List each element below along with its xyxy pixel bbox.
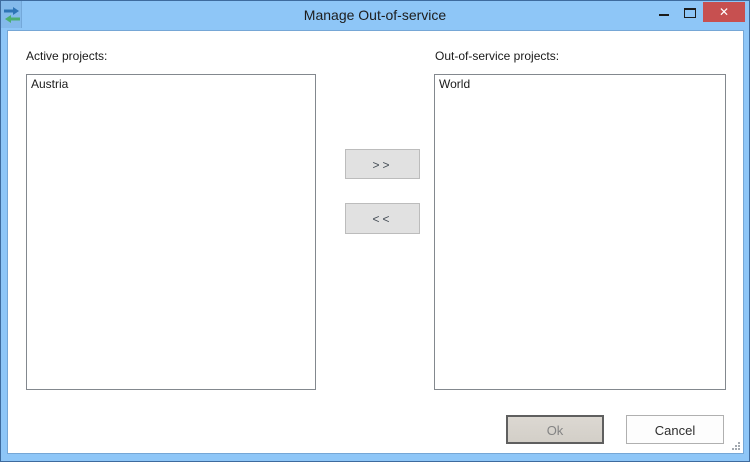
window-title: Manage Out-of-service bbox=[303, 7, 447, 23]
ok-button[interactable]: Ok bbox=[506, 415, 604, 444]
minimize-button[interactable] bbox=[651, 2, 677, 22]
list-item[interactable]: World bbox=[435, 75, 725, 93]
dialog-window: Manage Out-of-service ✕ Active projects:… bbox=[0, 0, 750, 462]
resize-grip-icon[interactable] bbox=[731, 441, 741, 451]
out-of-service-projects-label: Out-of-service projects: bbox=[435, 49, 560, 63]
minimize-icon bbox=[659, 14, 669, 16]
maximize-button[interactable] bbox=[677, 2, 703, 22]
cancel-button[interactable]: Cancel bbox=[626, 415, 724, 444]
close-button[interactable]: ✕ bbox=[703, 2, 745, 22]
maximize-icon bbox=[684, 8, 696, 18]
move-left-button[interactable]: << bbox=[345, 203, 420, 234]
active-projects-label: Active projects: bbox=[26, 49, 108, 63]
close-icon: ✕ bbox=[718, 5, 730, 19]
list-item[interactable]: Austria bbox=[27, 75, 315, 93]
titlebar[interactable]: Manage Out-of-service ✕ bbox=[1, 1, 749, 30]
active-projects-listbox[interactable]: Austria bbox=[26, 74, 316, 390]
out-of-service-projects-listbox[interactable]: World bbox=[434, 74, 726, 390]
dialog-content: Active projects: Out-of-service projects… bbox=[7, 30, 744, 454]
move-right-button[interactable]: >> bbox=[345, 149, 420, 179]
